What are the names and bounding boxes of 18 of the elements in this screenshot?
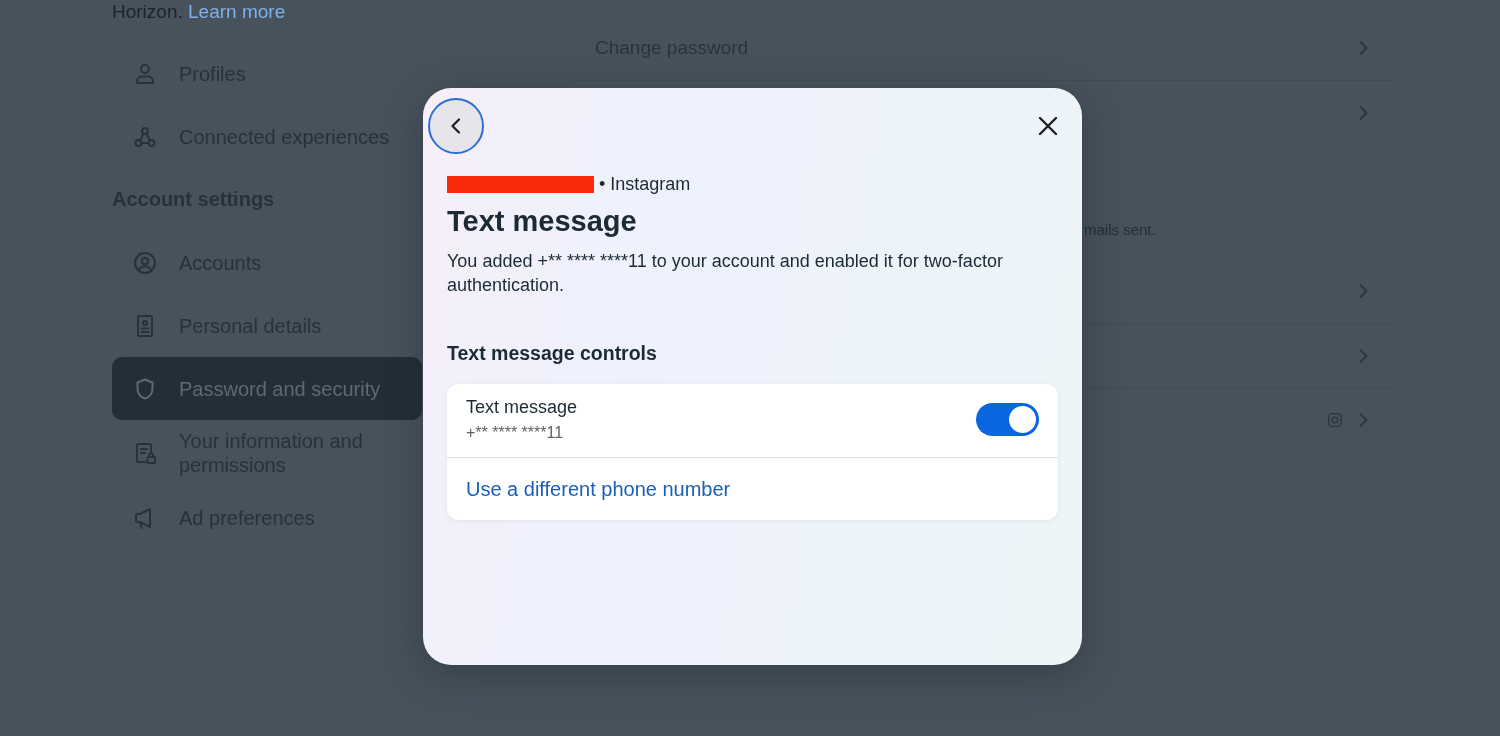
person-circle-icon <box>133 250 157 275</box>
learn-more-link[interactable]: Learn more <box>188 1 286 22</box>
person-icon <box>133 61 157 86</box>
sidebar-item[interactable]: Password and security <box>112 357 422 420</box>
account-platform: • Instagram <box>599 174 691 194</box>
control-label: Text message <box>466 396 578 418</box>
back-button[interactable] <box>428 98 484 154</box>
description-text: You added +** **** ****11 to your account and enabled it for two-factor authentication. <box>447 250 1004 297</box>
connected-nodes-icon <box>133 124 157 149</box>
dialog-title: Text message <box>447 204 638 239</box>
close-button[interactable] <box>1036 114 1060 138</box>
document-lock-icon <box>133 441 157 465</box>
different-number-link[interactable]: Use a different phone number <box>466 477 731 501</box>
section-title: Text message controls <box>447 341 658 365</box>
toggle-switch[interactable] <box>976 403 1039 436</box>
phone-number: +** **** ****11 <box>466 423 565 443</box>
close-icon <box>1036 114 1060 138</box>
instagram-icon <box>1327 411 1343 428</box>
